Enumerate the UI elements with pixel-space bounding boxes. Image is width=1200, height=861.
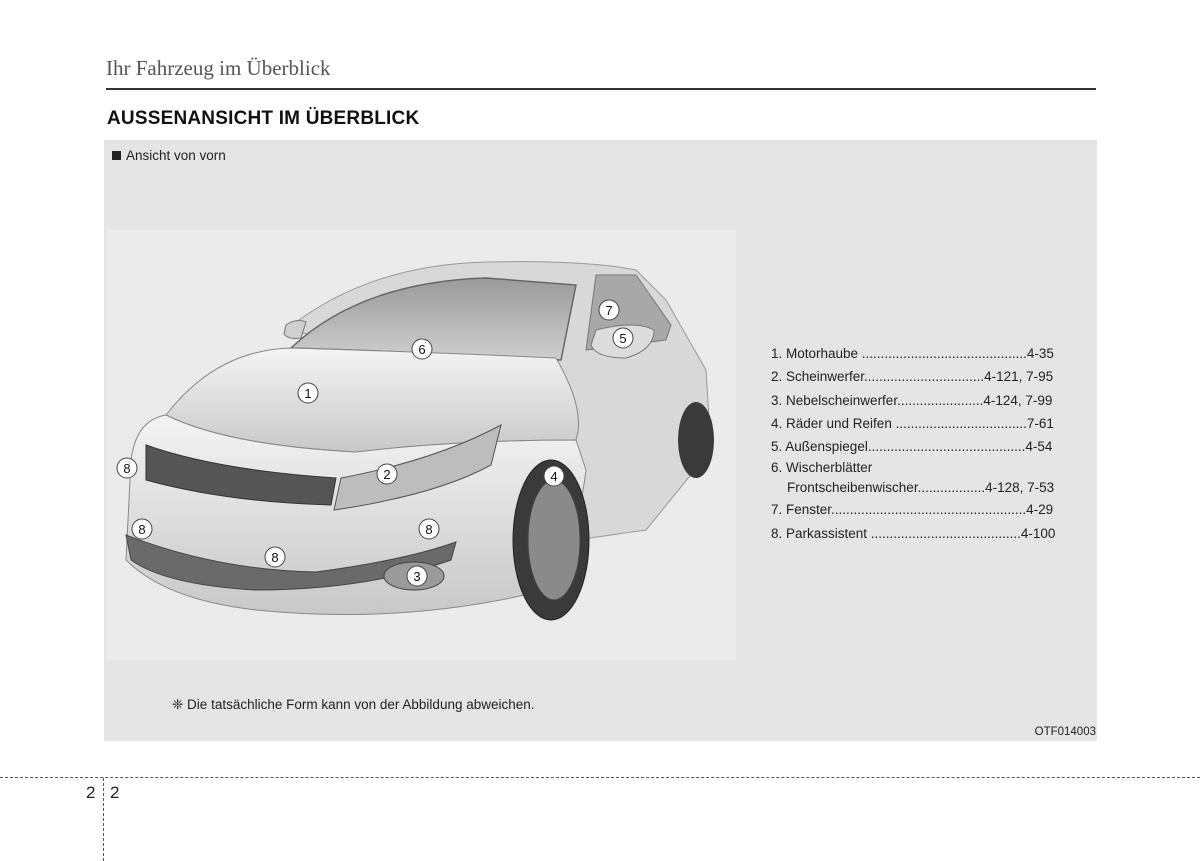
footer-dashed-divider (103, 778, 104, 861)
callout-8d: 8 (418, 518, 440, 540)
disclaimer-note: ❈ Die tatsächliche Form kann von der Abb… (172, 697, 535, 712)
callout-1: 1 (297, 382, 319, 404)
callout-3: 3 (406, 565, 428, 587)
callout-5: 5 (612, 327, 634, 349)
callout-5-label: 5 (619, 331, 626, 346)
caption-text: Ansicht von vorn (126, 148, 226, 163)
legend-item-fenster: 7. Fenster..............................… (771, 502, 1054, 518)
square-bullet-icon (112, 151, 121, 160)
chapter-number: 2 (86, 783, 96, 802)
running-header: Ihr Fahrzeug im Überblick (106, 56, 331, 80)
callout-7: 7 (598, 299, 620, 321)
legend-item-scheinwerfer: 2. Scheinwerfer.........................… (771, 369, 1054, 385)
page-title: AUSSENANSICHT IM ÜBERBLICK (107, 108, 420, 129)
callout-8b: 8 (131, 518, 153, 540)
legend-item-wischerblaetter: 6. Wischerblätter (771, 460, 873, 476)
callout-4: 4 (543, 465, 565, 487)
legend-item-nebelscheinwerfer: 3. Nebelscheinwerfer....................… (771, 392, 1053, 408)
parts-legend: 1. Motorhaube ..........................… (771, 342, 1093, 545)
page-number: 2 (110, 783, 120, 802)
callout-8a: 8 (116, 457, 138, 479)
header-rule (106, 88, 1096, 90)
callout-2-label: 2 (383, 467, 390, 482)
figure-code: OTF014003 (1034, 726, 1096, 738)
callout-6-label: 6 (418, 342, 425, 357)
callout-3-label: 3 (413, 569, 420, 584)
callout-4-label: 4 (550, 469, 557, 484)
callout-8d-label: 8 (425, 522, 432, 537)
callout-1-label: 1 (304, 386, 311, 401)
legend-item-raeder: 4. Räder und Reifen ....................… (771, 415, 1054, 431)
callout-8a-label: 8 (123, 461, 130, 476)
figure-caption: Ansicht von vorn (112, 148, 226, 163)
callout-6: 6 (411, 338, 433, 360)
callout-2: 2 (376, 463, 398, 485)
legend-item-parkassistent: 8. Parkassistent .......................… (771, 525, 1056, 541)
callout-8c-label: 8 (271, 550, 278, 565)
legend-item-frontscheibenwischer: Frontscheibenwischer..................4-… (787, 480, 1055, 496)
car-illustration: 1 2 3 4 5 6 7 8 8 8 8 (106, 230, 736, 660)
legend-item-motorhaube: 1. Motorhaube ..........................… (771, 346, 1054, 361)
callout-8c: 8 (264, 546, 286, 568)
legend-item-aussenspiegel: 5. Außenspiegel.........................… (771, 439, 1053, 455)
car-front-view-image: 1 2 3 4 5 6 7 8 8 8 8 (116, 261, 714, 621)
callout-8b-label: 8 (138, 522, 145, 537)
footer-dashed-rule (0, 777, 1200, 778)
callout-7-label: 7 (605, 303, 612, 318)
